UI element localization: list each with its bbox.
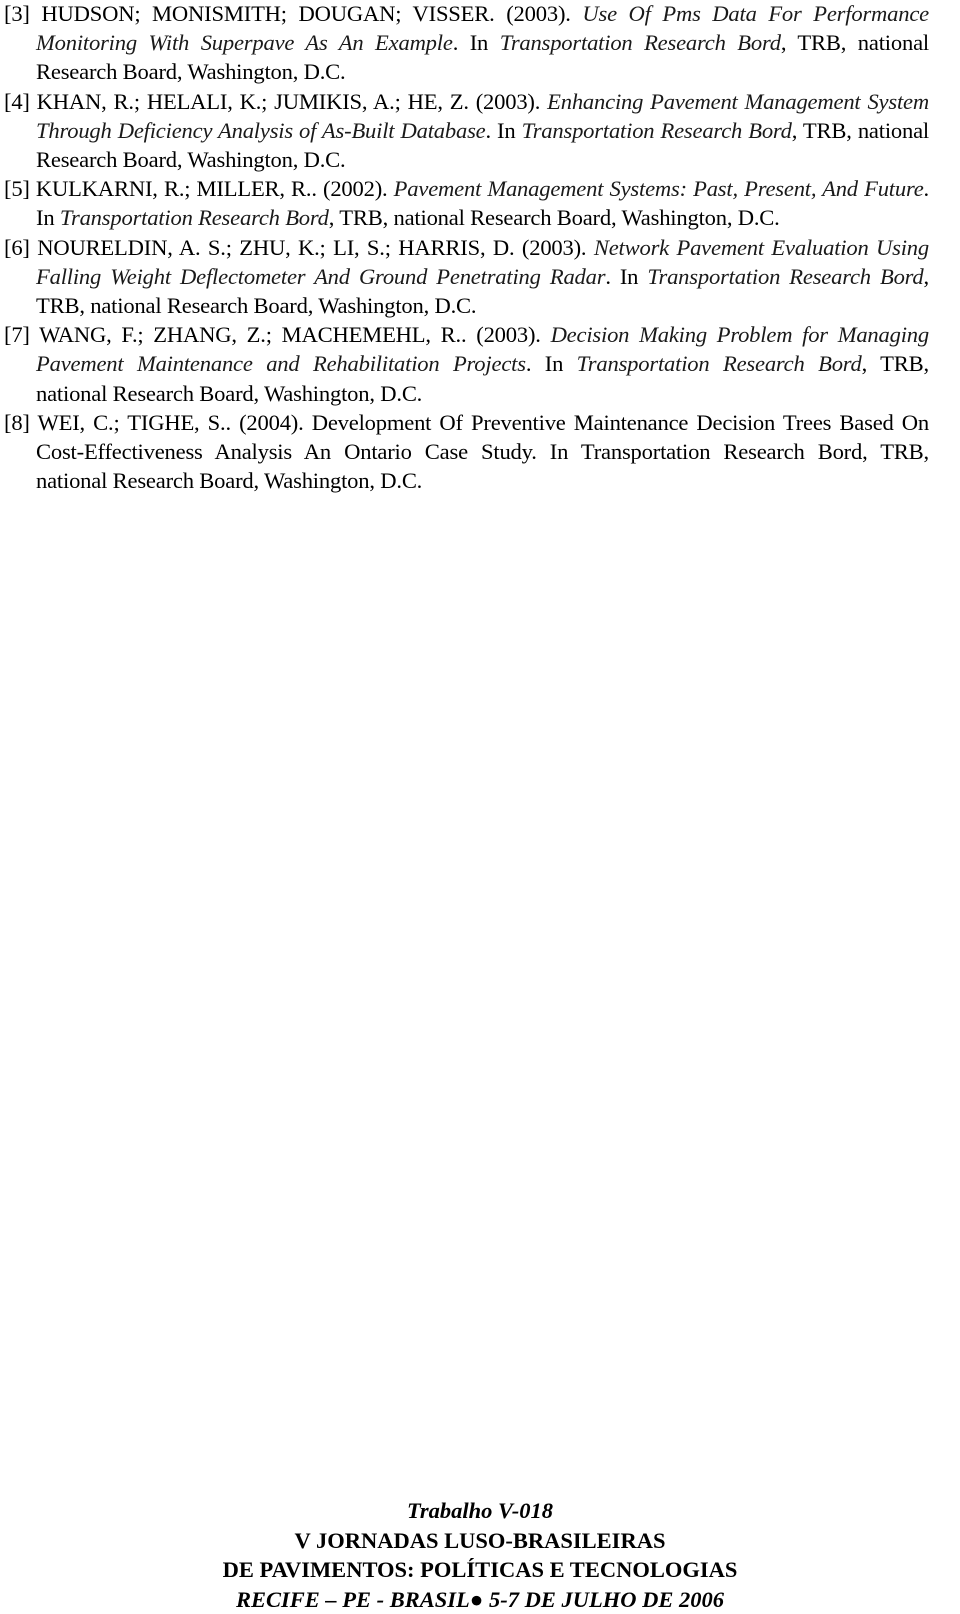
reference-list: [3] HUDSON; MONISMITH; DOUGAN; VISSER. (…	[4, 0, 929, 495]
reference-number: [7]	[4, 322, 30, 347]
reference-venue: Transportation Research Bord	[500, 30, 781, 55]
paper-id: Trabalho V-018	[0, 1496, 960, 1526]
reference-number: [8]	[4, 410, 30, 435]
page-footer: Trabalho V-018 V JORNADAS LUSO-BRASILEIR…	[0, 1496, 960, 1614]
reference-authors: WANG, F.; ZHANG, Z.; MACHEMEHL, R.. (200…	[30, 322, 551, 347]
reference-authors: HUDSON; MONISMITH; DOUGAN; VISSER. (2003…	[30, 1, 583, 26]
reference-venue: Transportation Research Bord	[577, 351, 862, 376]
reference-venue: Transportation Research Bord	[522, 118, 792, 143]
reference-item-7: [7] WANG, F.; ZHANG, Z.; MACHEMEHL, R.. …	[4, 320, 929, 408]
reference-authors: WEI, C.; TIGHE, S.. (2004).	[30, 410, 312, 435]
reference-in: . In	[526, 351, 577, 376]
reference-publisher: , TRB, national Research Board, Washingt…	[329, 205, 780, 230]
reference-title: Pavement Management Systems: Past, Prese…	[394, 176, 924, 201]
reference-item-3: [3] HUDSON; MONISMITH; DOUGAN; VISSER. (…	[4, 0, 929, 87]
reference-in: . In	[605, 264, 647, 289]
reference-authors: KHAN, R.; HELALI, K.; JUMIKIS, A.; HE, Z…	[30, 89, 547, 114]
reference-item-5: [5] KULKARNI, R.; MILLER, R.. (2002). Pa…	[4, 174, 929, 232]
reference-in: . In	[485, 118, 521, 143]
event-title-line-2: DE PAVIMENTOS: POLÍTICAS E TECNOLOGIAS	[0, 1555, 960, 1585]
reference-in: . In	[453, 30, 500, 55]
event-title-line-1: V JORNADAS LUSO-BRASILEIRAS	[0, 1526, 960, 1556]
reference-item-4: [4] KHAN, R.; HELALI, K.; JUMIKIS, A.; H…	[4, 87, 929, 175]
reference-item-6: [6] NOURELDIN, A. S.; ZHU, K.; LI, S.; H…	[4, 233, 929, 321]
reference-number: [5]	[4, 176, 30, 201]
reference-number: [6]	[4, 235, 30, 260]
reference-venue: Transportation Research Bord	[647, 264, 923, 289]
reference-item-8: [8] WEI, C.; TIGHE, S.. (2004). Developm…	[4, 408, 929, 496]
reference-number: [4]	[4, 89, 30, 114]
reference-authors: KULKARNI, R.; MILLER, R.. (2002).	[30, 176, 394, 201]
reference-venue: Transportation Research Bord	[60, 205, 329, 230]
reference-number: [3]	[4, 1, 30, 26]
reference-authors: NOURELDIN, A. S.; ZHU, K.; LI, S.; HARRI…	[30, 235, 594, 260]
